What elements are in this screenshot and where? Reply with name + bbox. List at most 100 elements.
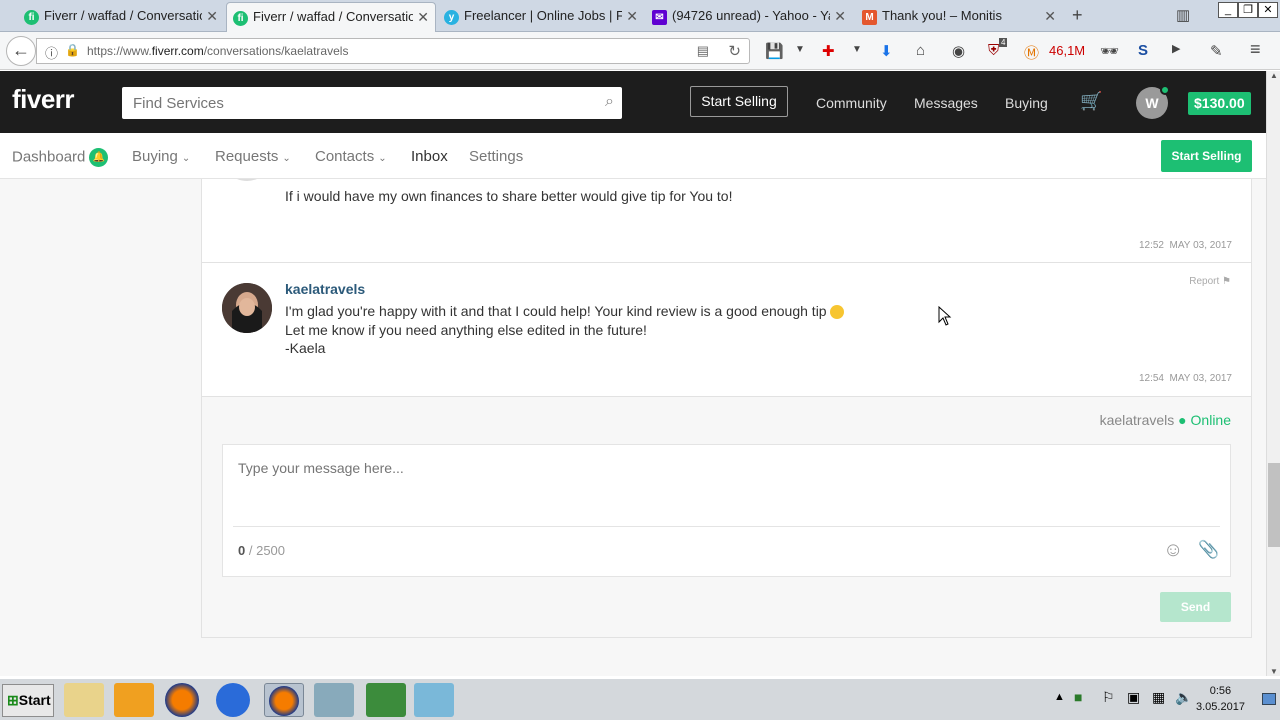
community-link[interactable]: Community <box>816 95 887 111</box>
tab-title: Thank you! – Monitis <box>882 8 1002 23</box>
message-composer: 0 / 2500 ☺ 📎 <box>222 444 1231 577</box>
save-icon[interactable]: 💾 <box>765 42 784 60</box>
file-explorer-icon[interactable] <box>64 683 104 717</box>
chevron-down-icon[interactable]: ▼ <box>795 44 805 55</box>
volume-icon[interactable]: 🔈 <box>1175 689 1192 706</box>
chevron-down-icon[interactable]: ▼ <box>852 44 862 55</box>
close-tab-icon[interactable]: ✕ <box>206 8 218 25</box>
search-box: ⌕ <box>122 87 622 119</box>
browser-tab[interactable]: fi Fiverr / waffad / Conversations ✕ <box>18 2 224 32</box>
tray-app-icon[interactable]: ■ <box>1074 689 1082 705</box>
firefox-active-icon[interactable] <box>264 683 304 717</box>
nav-buying-label: Buying <box>132 148 178 165</box>
pencil-icon[interactable]: ✎ <box>1210 42 1223 60</box>
browser-tab[interactable]: y Freelancer | Online Jobs | Freelance ✕ <box>438 2 644 32</box>
incognito-icon[interactable]: 🕶 <box>1100 42 1119 60</box>
nav-requests[interactable]: Requests ⌄ <box>215 148 291 165</box>
url-path: /conversations/kaelatravels <box>203 44 349 58</box>
start-selling-button[interactable]: Start Selling <box>1161 140 1252 172</box>
kaelatravels-avatar[interactable] <box>222 283 272 333</box>
nav-inbox[interactable]: Inbox <box>411 148 448 165</box>
flag-icon: ⚑ <box>1222 276 1231 287</box>
url-text: https://www.fiverr.com/conversations/kae… <box>87 44 348 58</box>
close-tab-icon[interactable]: ✕ <box>626 8 638 25</box>
back-arrow-icon[interactable]: ← <box>6 36 36 66</box>
show-hidden-icons[interactable]: ▲ <box>1054 691 1065 703</box>
user-avatar[interactable]: W <box>1136 85 1170 119</box>
info-icon[interactable]: ⓘ <box>45 43 58 62</box>
minimize-window-button[interactable]: _ <box>1218 2 1238 18</box>
new-tab-icon[interactable]: + <box>1072 5 1083 26</box>
nav-settings[interactable]: Settings <box>469 148 523 165</box>
url-domain: fiverr.com <box>151 44 204 58</box>
pocket-icon[interactable]: ◉ <box>952 42 965 60</box>
flag-tray-icon[interactable]: ⚐ <box>1102 689 1115 706</box>
search-icon[interactable]: ⌕ <box>605 93 614 111</box>
ublock-icon[interactable]: ⛨ <box>988 42 999 59</box>
browser-tab-active[interactable]: fi Fiverr / waffad / Conversations ✕ <box>226 2 436 32</box>
firefox-icon[interactable] <box>165 683 199 717</box>
notepad-icon[interactable] <box>414 683 454 717</box>
network-tool-icon[interactable] <box>314 683 354 717</box>
browser-tab[interactable]: ✉ (94726 unread) - Yahoo - Yahoo Mail ✕ <box>646 2 852 32</box>
browser-navigation-bar: ← ⓘ 🔒 https://www.fiverr.com/conversatio… <box>0 32 1280 70</box>
device-tray-icon[interactable]: ▣ <box>1127 689 1140 706</box>
avatar-photo <box>222 283 272 333</box>
start-selling-header-button[interactable]: Start Selling <box>690 86 788 117</box>
hamburger-menu-icon[interactable]: ≡ <box>1250 39 1261 60</box>
send-button[interactable]: Send <box>1160 592 1231 622</box>
nav-buying[interactable]: Buying ⌄ <box>132 148 190 165</box>
message-time: 12:52 <box>1138 240 1164 251</box>
download-icon[interactable]: ⬇ <box>880 42 893 60</box>
mouse-cursor-icon <box>938 306 952 326</box>
s-extension-icon[interactable]: S <box>1138 42 1148 59</box>
windows-taskbar: ⊞Start ▲ ■ ⚐ ▣ ▦ 🔈 0:56 3.05.2017 <box>0 678 1280 720</box>
close-window-button[interactable]: ✕ <box>1258 2 1278 18</box>
report-link[interactable]: Report ⚑ <box>1189 276 1231 287</box>
paperclip-icon[interactable]: 📎 <box>1198 540 1219 560</box>
recipient-status: kaelatravels ● Online <box>1100 412 1231 428</box>
scroll-up-icon[interactable]: ▲ <box>1270 71 1278 80</box>
reload-icon[interactable]: ↻ <box>728 42 741 60</box>
browser-tab[interactable]: M Thank you! – Monitis ✕ <box>856 2 1062 32</box>
site-header: fiverr ⌕ Start Selling Community Message… <box>0 71 1266 133</box>
balance-badge[interactable]: $130.00 <box>1188 92 1251 115</box>
cart-icon[interactable]: 🛒 <box>1080 91 1102 112</box>
tab-groups-icon[interactable]: ▥ <box>1176 6 1190 24</box>
fiverr-logo[interactable]: fiverr <box>12 84 75 115</box>
nav-contacts-label: Contacts <box>315 148 375 165</box>
reader-view-icon[interactable]: ▤ <box>697 43 709 59</box>
url-prefix: https://www. <box>87 44 152 58</box>
close-tab-icon[interactable]: ✕ <box>1044 8 1056 25</box>
message-item: kaelatravels Report ⚑ I'm glad you're ha… <box>201 263 1252 397</box>
message-username[interactable]: kaelatravels <box>285 281 365 297</box>
first-aid-icon[interactable]: ✚ <box>822 42 835 60</box>
show-desktop-button[interactable] <box>1262 693 1276 705</box>
messages-link[interactable]: Messages <box>914 95 978 111</box>
home-icon[interactable]: ⌂ <box>916 42 925 59</box>
network-tray-icon[interactable]: ▦ <box>1152 689 1165 706</box>
memory-monitor-icon[interactable]: Ⓜ <box>1024 42 1039 63</box>
search-input[interactable] <box>122 87 592 119</box>
restore-window-button[interactable]: ❐ <box>1238 2 1258 18</box>
scrollbar-thumb[interactable] <box>1268 463 1280 547</box>
emoji-icon[interactable]: ☺ <box>1163 539 1183 562</box>
start-button[interactable]: ⊞Start <box>2 684 54 717</box>
media-player-icon[interactable] <box>114 683 154 717</box>
nav-contacts[interactable]: Contacts ⌄ <box>315 148 387 165</box>
close-tab-icon[interactable]: ✕ <box>417 9 429 26</box>
browser-icon[interactable] <box>216 683 250 717</box>
chart-app-icon[interactable] <box>366 683 406 717</box>
close-tab-icon[interactable]: ✕ <box>834 8 846 25</box>
system-clock[interactable]: 0:56 3.05.2017 <box>1196 683 1245 715</box>
message-input[interactable] <box>223 445 1230 525</box>
nav-dashboard-label: Dashboard <box>12 148 86 166</box>
page-scrollbar[interactable]: ▲ ▼ <box>1266 71 1280 676</box>
smiley-emoji-icon <box>830 305 845 320</box>
buying-link[interactable]: Buying <box>1005 95 1048 111</box>
address-bar[interactable]: ⓘ 🔒 https://www.fiverr.com/conversations… <box>36 38 750 64</box>
nav-dashboard[interactable]: Dashboard 🔔 <box>12 148 109 167</box>
message-body: I'm glad you're happy with it and that I… <box>285 302 845 358</box>
scroll-down-icon[interactable]: ▼ <box>1270 667 1278 676</box>
youtube-icon[interactable]: ▶ <box>1172 42 1180 55</box>
